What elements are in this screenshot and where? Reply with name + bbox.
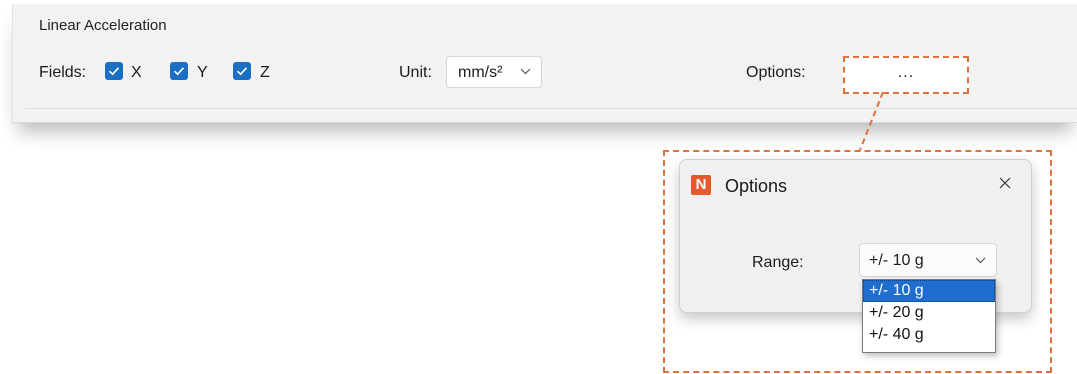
range-select[interactable]: +/- 10 g	[859, 243, 997, 277]
range-option-10g[interactable]: +/- 10 g	[863, 280, 995, 302]
range-label: Range:	[752, 254, 804, 271]
chevron-down-icon	[975, 257, 986, 264]
range-option-20g[interactable]: +/- 20 g	[863, 302, 995, 324]
app-logo-icon: N	[691, 175, 711, 195]
dialog-title: Options	[725, 176, 788, 196]
close-icon[interactable]	[999, 177, 1011, 189]
range-value: +/- 10 g	[869, 252, 924, 269]
range-dropdown-list: +/- 10 g +/- 20 g +/- 40 g	[862, 279, 996, 353]
range-option-40g[interactable]: +/- 40 g	[863, 324, 995, 346]
stage: Linear Acceleration Fields: X Y Z Unit: …	[0, 0, 1077, 374]
